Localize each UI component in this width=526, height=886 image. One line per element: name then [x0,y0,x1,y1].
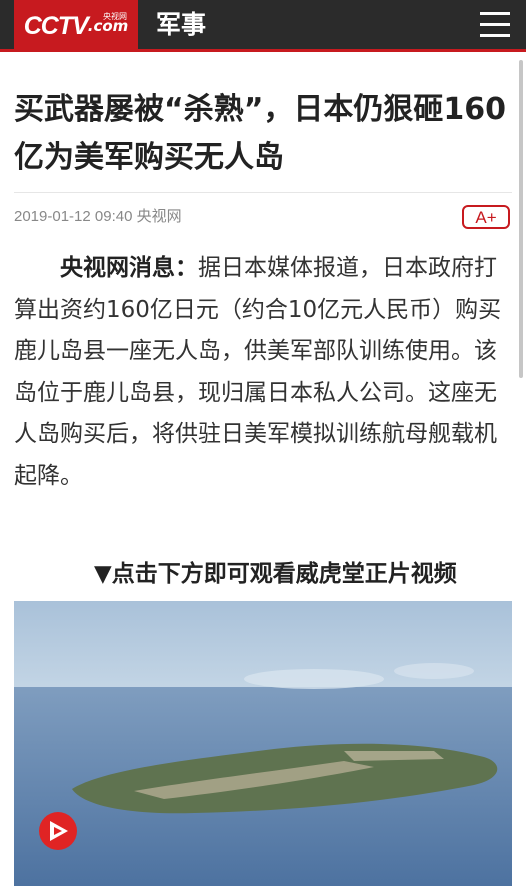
article-title: 买武器屡被“杀熟”，日本仍狠砸160亿为美军购买无人岛 [14,92,507,175]
play-triangle [50,821,68,841]
top-bar: CCTV .com 央视网 军事 [0,0,526,52]
logo-cn: 央视网 [103,12,127,21]
source-label: 央视网消息： [60,255,198,281]
video-player[interactable] [14,601,512,886]
section-title[interactable]: 军事 [156,8,206,42]
hamburger-menu-icon[interactable] [480,12,510,38]
cctv-logo[interactable]: CCTV .com 央视网 [14,0,138,52]
font-size-button[interactable]: A+ [462,205,510,229]
body-text: 据日本媒体报道，日本政府打算出资约160亿日元（约合10亿元人民币）购买鹿儿岛县… [14,255,502,489]
article-body: 央视网消息：据日本媒体报道，日本政府打算出资约160亿日元（约合10亿元人民币）… [14,248,514,497]
video-prompt: ▼点击下方即可观看威虎堂正片视频 [94,561,457,587]
logo-main: CCTV [23,11,89,40]
scrollbar[interactable] [519,60,523,378]
title-divider [14,192,512,193]
video-thumbnail [14,601,512,886]
play-icon[interactable] [39,812,77,850]
article-meta: 2019-01-12 09:40 央视网 [14,208,182,225]
